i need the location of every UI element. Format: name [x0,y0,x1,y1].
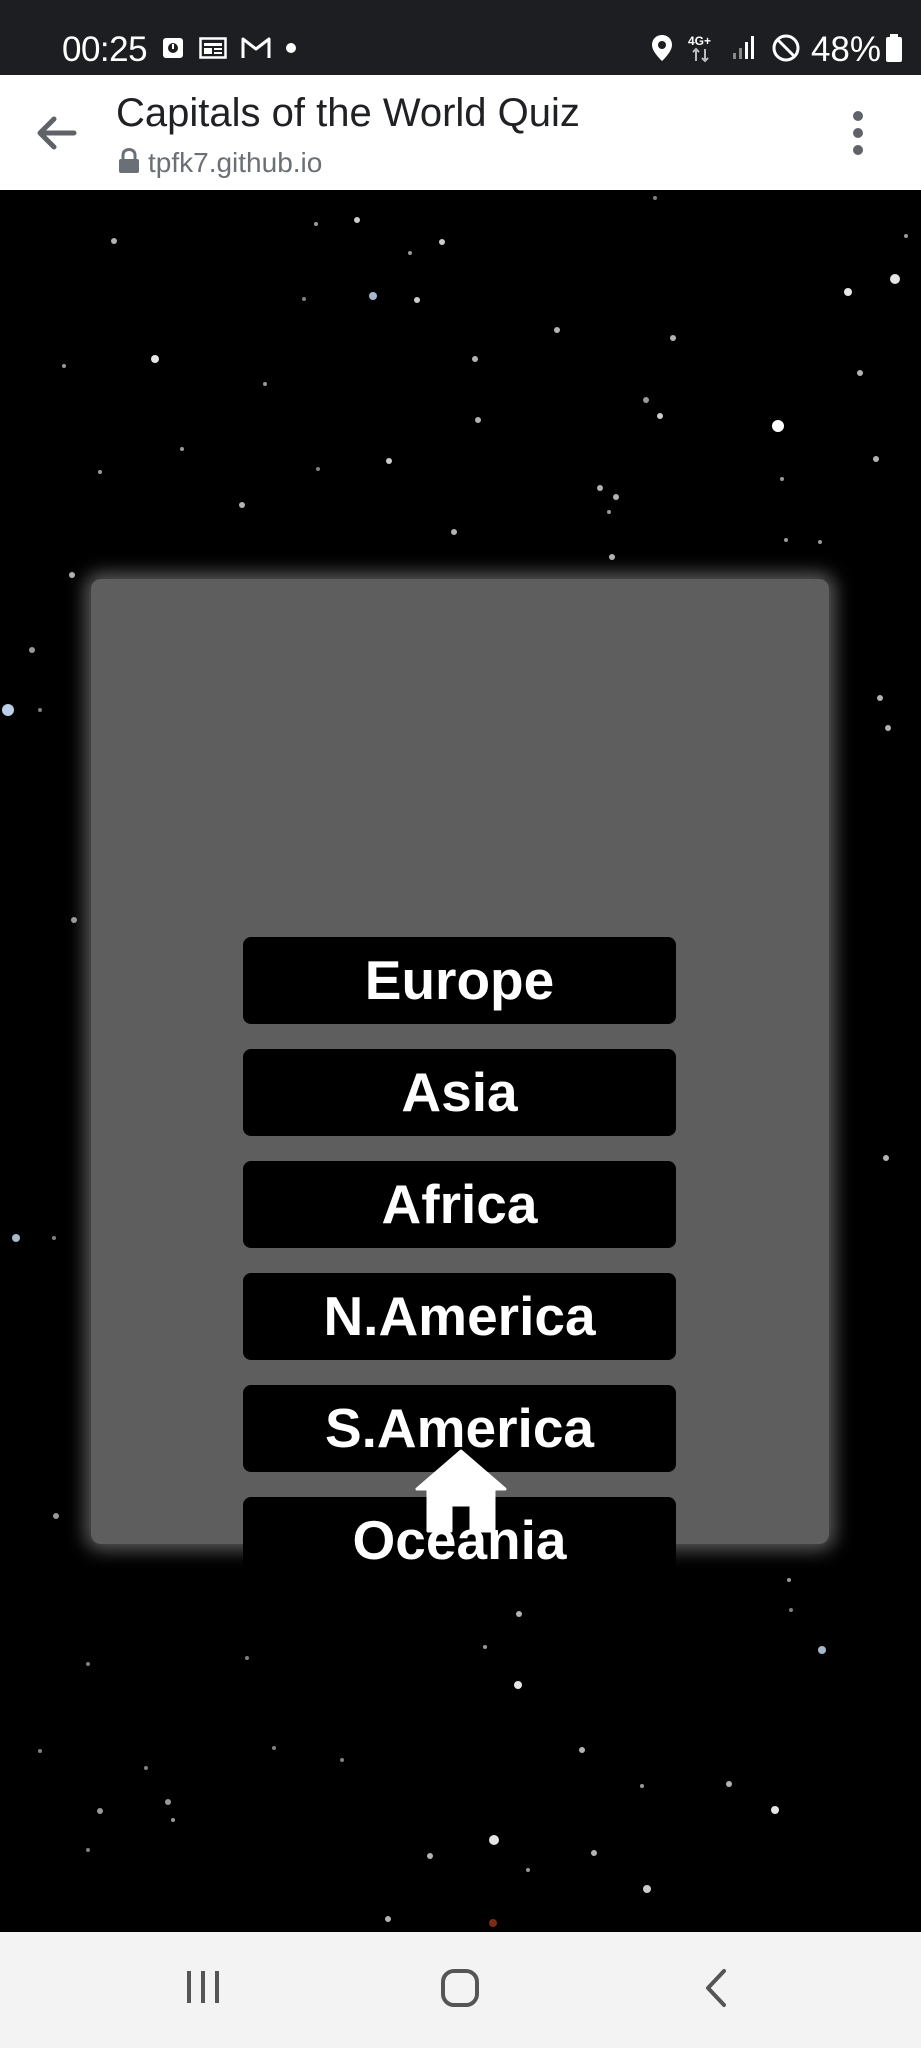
navigation-bar [0,1932,921,2048]
recent-apps-icon[interactable] [184,1968,222,2011]
status-right: 4G+ 48% [637,30,903,70]
url-row[interactable]: tpfk7.github.io [118,147,322,179]
status-left: 00:25 [62,30,297,70]
battery-percent: 48% [810,30,881,69]
battery-icon [885,33,903,68]
region-button-asia[interactable]: Asia [243,1049,676,1136]
location-icon [651,34,673,67]
do-not-disturb-icon [771,33,801,68]
gmail-icon [241,36,271,65]
dot-icon [285,41,297,59]
back-chevron-icon[interactable] [702,1968,732,2013]
svg-text:4G+: 4G+ [688,34,711,48]
region-button-north-america[interactable]: N.America [243,1273,676,1360]
status-time: 00:25 [62,30,148,69]
status-bar: 00:25 4G+ 48% [0,0,921,75]
browser-toolbar: Capitals of the World Quiz tpfk7.github.… [0,75,921,190]
network-4g-icon: 4G+ [687,33,717,68]
web-content: Europe Asia Africa N.America S.America O… [0,190,921,1932]
calendar-notification-icon [161,36,185,65]
home-icon[interactable] [413,1447,509,1533]
region-button-africa[interactable]: Africa [243,1161,676,1248]
more-vert-icon[interactable] [848,109,868,159]
home-circle-icon[interactable] [440,1968,480,2013]
page-title: Capitals of the World Quiz [116,91,580,135]
quiz-card: Europe Asia Africa N.America S.America O… [91,579,829,1584]
lock-icon [118,147,140,179]
signal-icon [731,35,757,66]
region-button-europe[interactable]: Europe [243,937,676,1024]
url-text: tpfk7.github.io [148,147,323,178]
back-arrow-icon[interactable] [34,113,78,153]
news-icon [199,36,227,65]
